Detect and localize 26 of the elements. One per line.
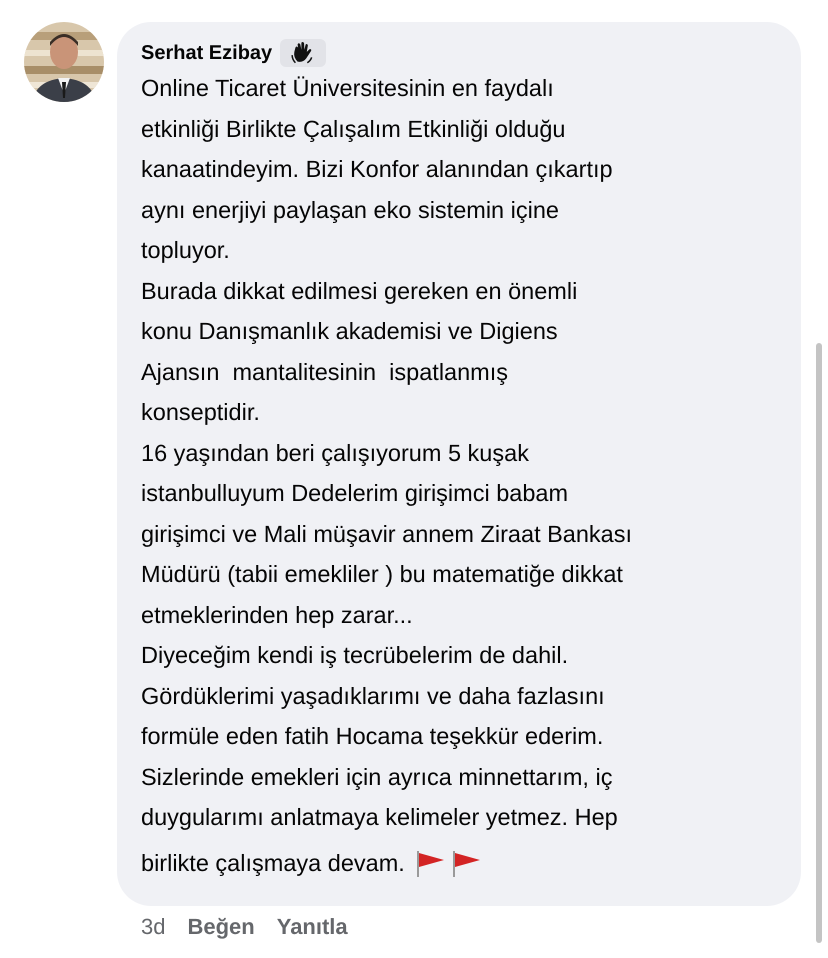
comment-text: 16 yaşından beri çalışıyorum 5 kuşak [141, 438, 529, 468]
comment-text: kanaatindeyim. Bizi Konfor alanından çıkartıp [141, 155, 613, 184]
comment-text: Burada dikkat edilmesi gereken en önemli [141, 276, 578, 306]
comment-text: Online Ticaret Üniversitesinin en faydalı [141, 74, 554, 103]
comment-text: duygularımı anlatmaya kelimeler yetmez. Hep [141, 803, 618, 832]
comment-text: Gördüklerimi yaşadıklarımı ve daha fazlasını [141, 682, 605, 711]
waving-hand-icon [280, 39, 326, 67]
comment-text: girişimci ve Mali müşavir annem Ziraat Bankası [141, 520, 632, 549]
author-name[interactable]: Serhat Ezibay [141, 42, 272, 64]
comment-text: etkinliği Birlikte Çalışalım Etkinliği olduğu [141, 114, 566, 144]
comment-text: Ajansın mantalitesinin ispatlanmış [141, 358, 508, 387]
like-link[interactable]: Beğen [187, 914, 255, 940]
comment-text: istanbulluyum Dedelerim girişimci babam [141, 479, 568, 508]
comment-text: formüle eden fatih Hocama teşekkür ederim. [141, 722, 604, 751]
comment-text: birlikte çalışmaya devam. [141, 848, 405, 878]
comment-text: etmeklerinden hep zarar... [141, 600, 413, 630]
comment-text: topluyor. [141, 236, 230, 265]
comment-text: Müdürü (tabii emekliler ) bu matematiğe dikkat [141, 560, 623, 589]
scrollbar[interactable] [816, 343, 822, 943]
comment-text: konseptidir. [141, 398, 260, 427]
comment-text: aynı enerjiyi paylaşan eko sistemin içine [141, 196, 559, 225]
comment-text: Sizlerinde emekleri için ayrıca minnettarım, iç [141, 762, 612, 792]
comment-text: Diyeceğim kendi iş tecrübelerim de dahil. [141, 641, 568, 670]
comment-text: konu Danışmanlık akademisi ve Digiens [141, 317, 558, 346]
timestamp: 3d [141, 914, 166, 940]
reply-link[interactable]: Yanıtla [276, 914, 348, 940]
